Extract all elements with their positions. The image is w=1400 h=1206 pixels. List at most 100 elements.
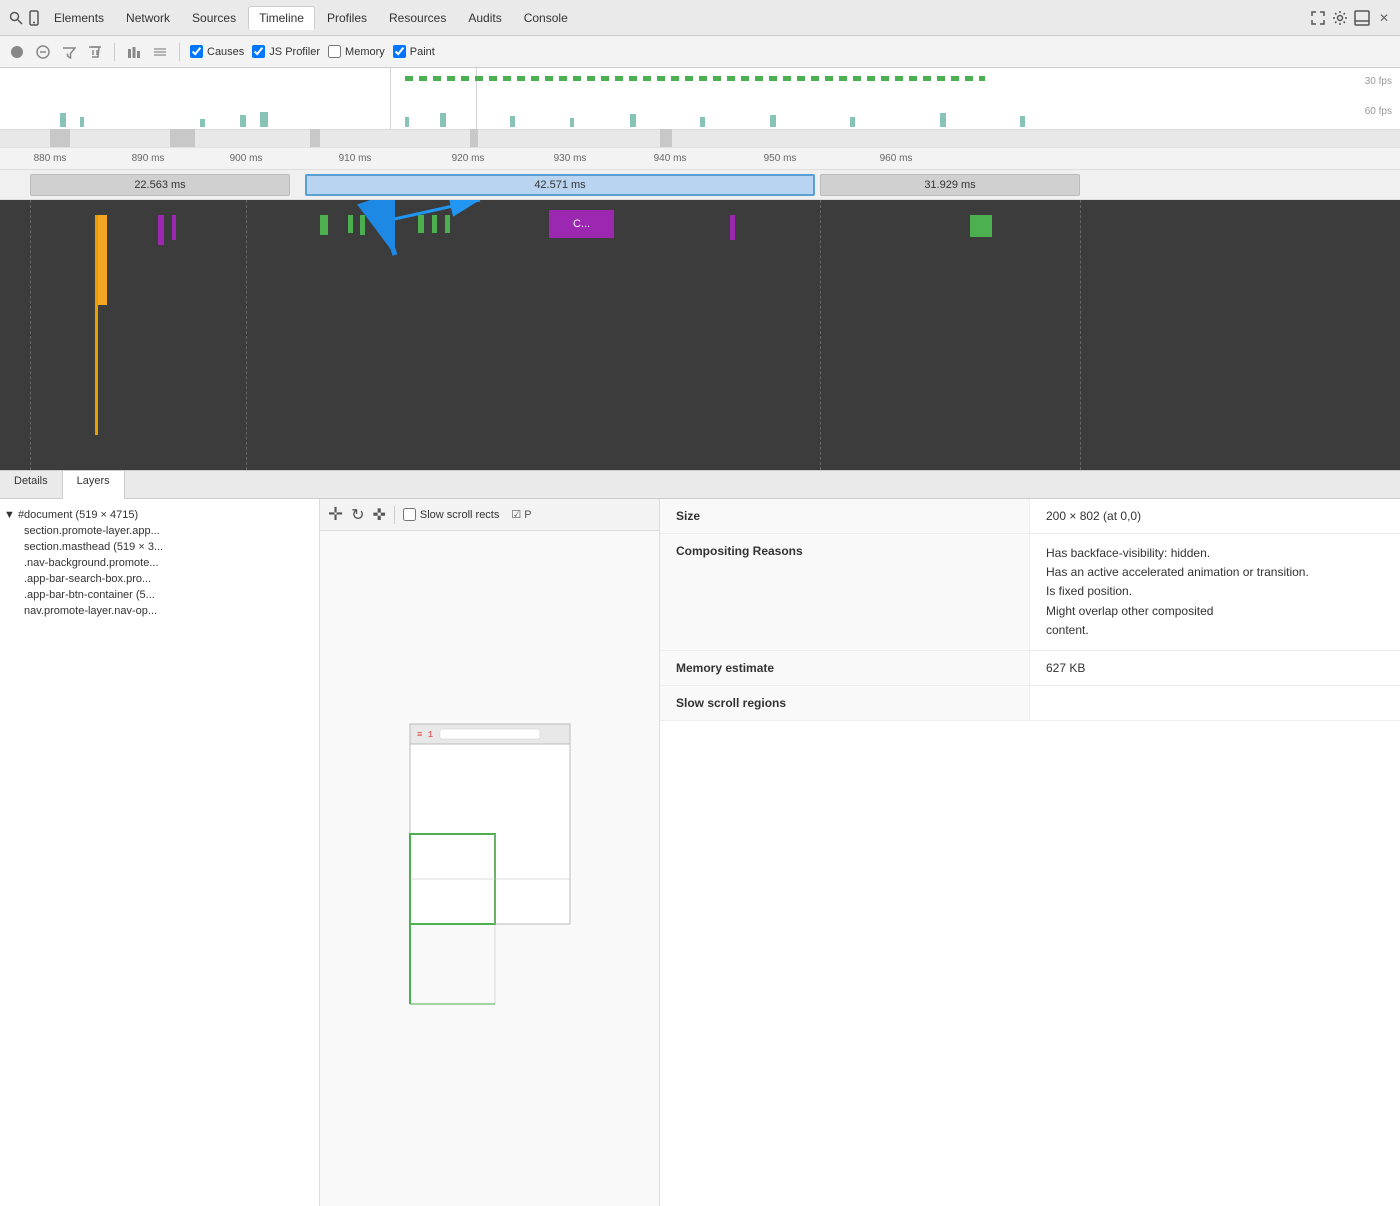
event-green-far (970, 215, 992, 237)
properties-panel: Size 200 × 802 (at 0,0) Compositing Reas… (660, 499, 1400, 1206)
settings-icon[interactable] (1332, 10, 1348, 26)
bar-chart-button[interactable] (125, 43, 143, 61)
vline-4 (1080, 200, 1081, 470)
fps-gray-4 (470, 129, 478, 147)
menu-item-timeline[interactable]: Timeline (248, 6, 315, 30)
dark-timeline[interactable]: C... (0, 200, 1400, 470)
duration-bar-2[interactable]: 42.571 ms (305, 174, 815, 196)
memory-label: Memory estimate (660, 651, 1030, 686)
menu-item-sources[interactable]: Sources (182, 7, 246, 29)
tab-layers[interactable]: Layers (63, 471, 125, 499)
slow-scroll-value (1030, 686, 1400, 721)
dock-icon[interactable] (1354, 10, 1370, 26)
flame-button[interactable] (151, 43, 169, 61)
ruler-tick-950: 950 ms (764, 153, 797, 164)
details-tabs: Details Layers (0, 471, 1400, 499)
preview-separator (394, 506, 395, 524)
fps-bar-1 (60, 113, 66, 127)
fps-bar-6 (405, 117, 409, 127)
slow-scroll-label-prop: Slow scroll regions (660, 686, 1030, 721)
layer-wireframe: ≡ 1 (380, 714, 600, 1024)
ruler-tick-940: 940 ms (654, 153, 687, 164)
layers-tree-content: ▼ #document (519 × 4715) section.promote… (0, 499, 319, 627)
menu-item-console[interactable]: Console (514, 7, 578, 29)
fps-bar-5 (260, 112, 268, 127)
fps-gray-1 (50, 129, 70, 147)
fps-section[interactable]: 30 fps 60 fps (0, 68, 1400, 148)
fps-bar-9 (570, 118, 574, 127)
tree-item-btn-container[interactable]: .app-bar-btn-container (5... (0, 587, 319, 603)
move-icon[interactable]: ✛ (328, 504, 343, 525)
fps-gray-2 (170, 129, 195, 147)
bottom-section: Details Layers ▼ #document (519 × 4715) … (0, 471, 1400, 1206)
fps-bar-15 (1020, 116, 1025, 127)
layers-tree-panel: ▼ #document (519 × 4715) section.promote… (0, 499, 320, 1206)
device-icon[interactable] (26, 10, 42, 26)
fps-bar-7 (440, 113, 446, 127)
clear-button[interactable] (86, 43, 104, 61)
vline-3 (820, 200, 821, 470)
tree-item-search-box[interactable]: .app-bar-search-box.pro... (0, 571, 319, 587)
compositing-value: Has backface-visibility: hidden. Has an … (1030, 534, 1400, 651)
stop-button[interactable] (34, 43, 52, 61)
pan-icon[interactable]: ✜ (373, 505, 386, 525)
vline-2 (246, 200, 247, 470)
fps-30-label: 30 fps (1365, 76, 1392, 87)
tree-item-masthead[interactable]: section.masthead (519 × 3... (0, 539, 319, 555)
menu-item-resources[interactable]: Resources (379, 7, 456, 29)
menu-item-audits[interactable]: Audits (458, 7, 511, 29)
duration-bar-3[interactable]: 31.929 ms (820, 174, 1080, 196)
record-button[interactable] (8, 43, 26, 61)
memory-checkbox[interactable]: Memory (328, 45, 385, 58)
vline-1 (30, 200, 31, 470)
event-purple-mid (730, 215, 735, 240)
fps-bar-14 (940, 113, 946, 127)
js-profiler-checkbox[interactable]: JS Profiler (252, 45, 320, 58)
tree-item-document[interactable]: ▼ #document (519 × 4715) (0, 507, 319, 523)
slow-scroll-input[interactable] (403, 508, 416, 521)
size-value: 200 × 802 (at 0,0) (1030, 499, 1400, 534)
event-purple-1 (158, 215, 164, 245)
expand-icon[interactable] (1310, 10, 1326, 26)
tree-item-nav-background[interactable]: .nav-background.promote... (0, 555, 319, 571)
rotate-icon[interactable]: ↻ (351, 505, 364, 525)
menu-item-network[interactable]: Network (116, 7, 180, 29)
compositing-reason-3: Is fixed position. (1046, 582, 1384, 601)
compositing-reason-4: Might overlap other composited (1046, 602, 1384, 621)
paint-input[interactable] (393, 45, 406, 58)
menu-bar: Elements Network Sources Timeline Profil… (0, 0, 1400, 36)
duration-bar-1[interactable]: 22.563 ms (30, 174, 290, 196)
duration-bar-row[interactable]: 22.563 ms 42.571 ms 31.929 ms (0, 170, 1400, 200)
js-profiler-label: JS Profiler (269, 46, 320, 58)
paint-checkbox[interactable]: Paint (393, 45, 435, 58)
layer-preview-canvas[interactable]: ≡ 1 (320, 531, 659, 1206)
event-green-4 (418, 215, 424, 233)
ruler-tick-960: 960 ms (880, 153, 913, 164)
causes-input[interactable] (190, 45, 203, 58)
event-purple-2 (172, 215, 176, 240)
fps-gray-5 (660, 129, 672, 147)
event-purple-large: C... (549, 210, 614, 238)
layer-preview-panel: ✛ ↻ ✜ Slow scroll rects ☑ P (320, 499, 660, 1206)
tree-item-promote-layer[interactable]: section.promote-layer.app... (0, 523, 319, 539)
event-green-3 (360, 215, 365, 235)
js-profiler-input[interactable] (252, 45, 265, 58)
slow-scroll-label: Slow scroll rects (420, 509, 499, 521)
fps-bar-12 (770, 115, 776, 127)
close-icon[interactable]: ✕ (1376, 10, 1392, 26)
memory-label: Memory (345, 46, 385, 58)
menu-item-elements[interactable]: Elements (44, 7, 114, 29)
menu-item-profiles[interactable]: Profiles (317, 7, 377, 29)
memory-input[interactable] (328, 45, 341, 58)
fps-green-line (405, 76, 985, 81)
filter-button[interactable] (60, 43, 78, 61)
slow-scroll-rects-checkbox[interactable]: Slow scroll rects (403, 508, 499, 521)
tab-details[interactable]: Details (0, 471, 63, 498)
ruler-tick-880: 880 ms (34, 153, 67, 164)
ruler-tick-930: 930 ms (554, 153, 587, 164)
fps-60-label: 60 fps (1365, 106, 1392, 117)
tree-item-nav-op[interactable]: nav.promote-layer.nav-op... (0, 603, 319, 619)
blue-arrow (300, 200, 440, 283)
causes-checkbox[interactable]: Causes (190, 45, 244, 58)
search-icon[interactable] (8, 10, 24, 26)
